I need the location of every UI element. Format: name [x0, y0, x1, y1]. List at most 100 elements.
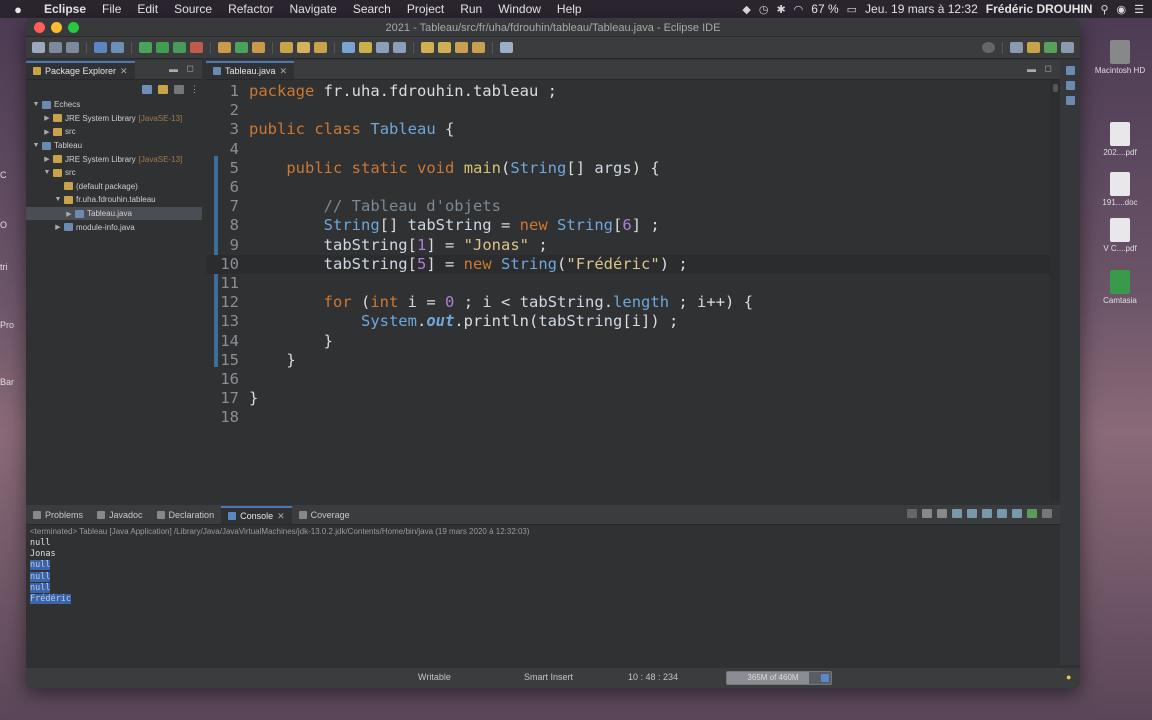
- view-menu-icon[interactable]: ⋮: [190, 84, 199, 94]
- tab-package-explorer[interactable]: Package Explorer ✕: [26, 61, 135, 79]
- forward-icon[interactable]: [472, 42, 485, 53]
- tab-coverage[interactable]: Coverage: [292, 506, 357, 524]
- editor-scrollbar[interactable]: [1050, 80, 1060, 500]
- run-icon[interactable]: [156, 42, 169, 53]
- desktop-icon-pdf-2[interactable]: V C....pdf: [1090, 218, 1150, 253]
- tab-console[interactable]: Console ✕: [221, 506, 292, 524]
- coverage-run-icon[interactable]: [173, 42, 186, 53]
- tree-item[interactable]: (default package): [26, 180, 202, 194]
- menu-edit[interactable]: Edit: [129, 2, 166, 16]
- menu-navigate[interactable]: Navigate: [281, 2, 344, 16]
- code-line[interactable]: 7 // Tableau d'objets: [206, 197, 1050, 216]
- code-line[interactable]: 1 package fr.uha.fdrouhin.tableau ;: [206, 82, 1050, 101]
- new-java-project-icon[interactable]: [218, 42, 231, 53]
- search-toolbar-icon[interactable]: [314, 42, 327, 53]
- tree-item[interactable]: ▶ src: [26, 125, 202, 139]
- expanded-arrow-icon[interactable]: ▼: [32, 142, 40, 149]
- user-name[interactable]: Frédéric DROUHIN: [986, 2, 1093, 16]
- code-line[interactable]: 5 public static void main(String[] args)…: [206, 159, 1050, 178]
- toggle-breadcrumb-icon[interactable]: [342, 42, 355, 53]
- java-perspective-icon[interactable]: [1027, 42, 1040, 53]
- code-line[interactable]: 12 for (int i = 0 ; i < tabString.length…: [206, 293, 1050, 312]
- clock[interactable]: Jeu. 19 mars à 12:32: [865, 2, 978, 16]
- save-icon[interactable]: [49, 42, 62, 53]
- dropbox-icon[interactable]: ◆: [742, 3, 750, 16]
- debug-icon[interactable]: [139, 42, 152, 53]
- new-package-icon[interactable]: [235, 42, 248, 53]
- word-wrap-icon[interactable]: [967, 509, 977, 518]
- code-line[interactable]: 8 String[] tabString = new String[6] ;: [206, 216, 1050, 235]
- menu-search[interactable]: Search: [345, 2, 399, 16]
- task-list-view-icon[interactable]: [1065, 96, 1075, 105]
- tab-declaration[interactable]: Declaration: [150, 506, 222, 524]
- minimize-view-icon[interactable]: ▬: [1027, 64, 1036, 74]
- garbage-collect-icon[interactable]: [821, 674, 829, 682]
- tab-problems[interactable]: Problems: [26, 506, 90, 524]
- git-perspective-icon[interactable]: [1061, 42, 1074, 53]
- filter-icon[interactable]: [174, 84, 184, 94]
- desktop-icon-doc[interactable]: 191....doc: [1090, 172, 1150, 207]
- code-line[interactable]: 18: [206, 408, 1050, 427]
- menu-source[interactable]: Source: [166, 2, 220, 16]
- previous-annotation-icon[interactable]: [438, 42, 451, 53]
- console-view-menu-icon[interactable]: [1042, 509, 1052, 518]
- skip-breakpoints-icon[interactable]: [111, 42, 124, 53]
- terminal-icon[interactable]: [94, 42, 107, 53]
- tree-item[interactable]: ▶ module-info.java: [26, 220, 202, 234]
- collapsed-arrow-icon[interactable]: ▶: [54, 223, 62, 231]
- code-line[interactable]: 3 public class Tableau {: [206, 120, 1050, 139]
- menu-help[interactable]: Help: [549, 2, 590, 16]
- tree-item[interactable]: ▶ Tableau.java: [26, 206, 202, 221]
- tab-javadoc[interactable]: Javadoc: [90, 506, 150, 524]
- code-line[interactable]: 9 tabString[1] = "Jonas" ;: [206, 236, 1050, 255]
- restore-view-icon[interactable]: [1065, 66, 1075, 75]
- wifi-icon[interactable]: ◠: [794, 3, 804, 16]
- minimize-view-icon[interactable]: ▬: [169, 64, 178, 74]
- collapse-all-icon[interactable]: [142, 84, 152, 94]
- new-class-icon[interactable]: [252, 42, 265, 53]
- scrollbar-thumb[interactable]: [1053, 84, 1058, 92]
- apple-menu-icon[interactable]: ●: [0, 2, 36, 17]
- back-icon[interactable]: [455, 42, 468, 53]
- remove-launch-icon[interactable]: [922, 509, 932, 518]
- collapsed-arrow-icon[interactable]: ▶: [43, 128, 51, 136]
- open-task-icon[interactable]: [297, 42, 310, 53]
- display-selected-console-icon[interactable]: [1012, 509, 1022, 518]
- new-icon[interactable]: [32, 42, 45, 53]
- open-console-icon[interactable]: [1027, 509, 1037, 518]
- desktop-icon-pdf-1[interactable]: 202....pdf: [1090, 122, 1150, 157]
- close-icon[interactable]: ✕: [277, 511, 285, 522]
- code-line[interactable]: 4: [206, 140, 1050, 159]
- collapsed-arrow-icon[interactable]: ▶: [43, 114, 51, 122]
- next-annotation-icon[interactable]: [421, 42, 434, 53]
- open-type-icon[interactable]: [280, 42, 293, 53]
- desktop-icon-camtasia[interactable]: Camtasia: [1090, 270, 1150, 305]
- tree-item[interactable]: ▶ JRE System Library [JavaSE-13]: [26, 152, 202, 166]
- tab-tableau-java[interactable]: Tableau.java ✕: [206, 61, 295, 79]
- code-line[interactable]: 15 }: [206, 351, 1050, 370]
- save-all-icon[interactable]: [66, 42, 79, 53]
- remove-all-terminated-icon[interactable]: [937, 509, 947, 518]
- menu-window[interactable]: Window: [490, 2, 549, 16]
- toggle-mark-occurrences-icon[interactable]: [359, 42, 372, 53]
- code-line[interactable]: 2: [206, 101, 1050, 120]
- notification-center-icon[interactable]: ☰: [1134, 3, 1144, 16]
- link-with-editor-icon[interactable]: [158, 84, 168, 94]
- pin-editor-icon[interactable]: [500, 42, 513, 53]
- menu-app-eclipse[interactable]: Eclipse: [36, 2, 94, 16]
- tree-item[interactable]: ▼ Echecs: [26, 98, 202, 112]
- terminate-icon[interactable]: [907, 509, 917, 518]
- expanded-arrow-icon[interactable]: ▼: [54, 196, 62, 203]
- collapsed-arrow-icon[interactable]: ▶: [65, 210, 73, 218]
- show-on-output-icon[interactable]: [982, 509, 992, 518]
- console-output[interactable]: null Jonas null null null Frédéric: [26, 538, 1060, 605]
- menu-file[interactable]: File: [94, 2, 129, 16]
- code-line[interactable]: 17}: [206, 389, 1050, 408]
- maximize-view-icon[interactable]: ◻: [1045, 63, 1052, 74]
- tree-item[interactable]: ▶ JRE System Library [JavaSE-13]: [26, 112, 202, 126]
- code-line[interactable]: 16: [206, 370, 1050, 389]
- close-icon[interactable]: ✕: [120, 66, 128, 77]
- expanded-arrow-icon[interactable]: ▼: [32, 101, 40, 108]
- code-line[interactable]: 13 System.out.println(tabString[i]) ;: [206, 312, 1050, 331]
- time-machine-icon[interactable]: ◷: [759, 3, 769, 16]
